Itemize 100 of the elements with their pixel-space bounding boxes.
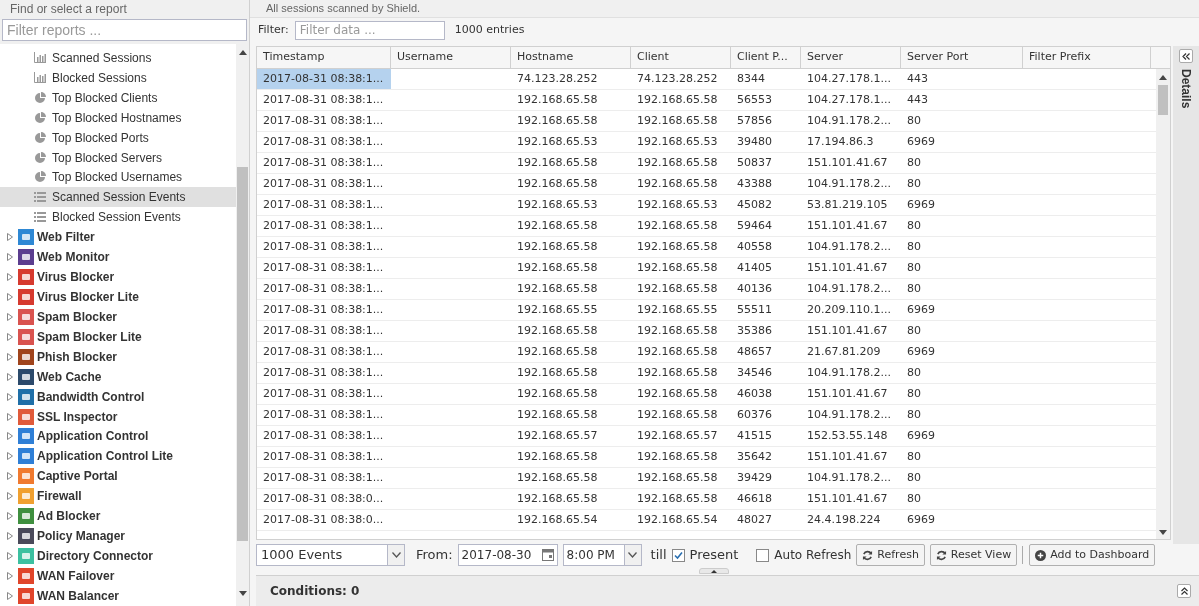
table-cell-text: 443 [906,91,929,108]
table-cell-text: 104.27.178.1... [806,91,892,108]
column-header[interactable]: Timestamp [257,47,391,68]
table-row[interactable]: 2017-08-31 08:38:1... 74.123.28.252 74.123.28.252 8344 104.27.178.1... 443 [257,69,1156,90]
table-row[interactable]: 2017-08-31 08:38:1... 192.168.65.58 192.168.65.58 46038 151.101.41.67 80 [257,384,1156,405]
time-dropdown[interactable]: 8:00 PM [562,544,642,566]
table-cell-text: 192.168.65.58 [636,112,719,129]
table-row[interactable]: 2017-08-31 08:38:1... 192.168.65.58 192.168.65.58 40136 104.91.178.2... 80 [257,279,1156,300]
table-row[interactable]: 2017-08-31 08:38:1... 192.168.65.58 192.168.65.58 48657 21.67.81.209 6969 [257,342,1156,363]
column-header[interactable]: Hostname [511,47,631,68]
table-cell-text: 192.168.65.58 [516,490,599,507]
table-row[interactable]: 2017-08-31 08:38:1... 192.168.65.53 192.168.65.53 39480 17.194.86.3 6969 [257,132,1156,153]
report-item[interactable]: Top Blocked Clients [0,87,236,108]
app-item[interactable]: WAN Balancer [0,585,236,606]
table-cell-text: 192.168.65.58 [516,112,599,129]
filter-field[interactable]: Filter data ... [294,20,445,40]
report-item[interactable]: Top Blocked Hostnames [0,107,236,128]
table-row[interactable]: 2017-08-31 08:38:1... 192.168.65.55 192.168.65.55 55511 20.209.110.1... 6969 [257,300,1156,321]
table-cell-text: 192.168.65.58 [636,217,719,234]
table-cell-text: 152.53.55.148 [806,427,889,444]
refresh-button[interactable]: Refresh [856,544,925,566]
app-item[interactable]: Policy Manager [0,526,236,547]
app-item[interactable]: Phish Blocker [0,346,236,367]
table-cell-text: 192.168.65.58 [636,343,719,360]
app-item[interactable]: WAN Failover [0,565,236,586]
app-item[interactable]: Virus Blocker Lite [0,287,236,307]
table-cell-text: 39480 [736,133,773,150]
app-item[interactable]: Web Cache [0,366,236,387]
table-row[interactable]: 2017-08-31 08:38:1... 192.168.65.58 192.168.65.58 41405 151.101.41.67 80 [257,258,1156,279]
table-cell-text: 192.168.65.58 [636,154,719,171]
column-header[interactable]: Server Port [901,47,1023,68]
column-header[interactable]: Server [801,47,901,68]
report-item[interactable]: Blocked Sessions [0,67,236,88]
search-field[interactable]: Filter reports ... [2,19,247,41]
table-row[interactable]: 2017-08-31 08:38:1... 192.168.65.53 192.168.65.53 45082 53.81.219.105 6969 [257,195,1156,216]
table-row[interactable]: 2017-08-31 08:38:1... 192.168.65.58 192.168.65.58 56553 104.27.178.1... 443 [257,90,1156,111]
table-row[interactable]: 2017-08-31 08:38:1... 192.168.65.58 192.168.65.58 59464 151.101.41.67 80 [257,216,1156,237]
report-item[interactable]: Top Blocked Servers [0,147,236,168]
table-row[interactable]: 2017-08-31 08:38:0... 192.168.65.54 192.168.65.54 48027 24.4.198.224 6969 [257,510,1156,531]
table-cell-text: 80 [906,280,922,297]
app-item[interactable]: Captive Portal [0,466,236,487]
checkbox-label: Present [689,546,739,565]
table-row[interactable]: 2017-08-31 08:38:1... 192.168.65.58 192.168.65.58 39429 104.91.178.2... 80 [257,468,1156,489]
table-cell-text: 443 [906,70,929,87]
report-item[interactable]: Scanned Sessions [0,48,236,68]
details-panel[interactable]: Details [1173,46,1199,544]
table-cell-text: 2017-08-31 08:38:0... [262,511,385,528]
report-item[interactable]: Top Blocked Usernames [0,167,236,188]
report-item[interactable]: Blocked Session Events [0,207,236,228]
table-row[interactable]: 2017-08-31 08:38:1... 192.168.65.58 192.168.65.58 43388 104.91.178.2... 80 [257,174,1156,195]
table-row[interactable]: 2017-08-31 08:38:1... 192.168.65.58 192.168.65.58 35642 151.101.41.67 80 [257,447,1156,468]
table-cell-text: 104.91.178.2... [806,364,892,381]
app-item[interactable]: Virus Blocker [0,267,236,288]
app-item[interactable]: Web Filter [0,227,236,248]
app-item[interactable]: Spam Blocker Lite [0,326,236,347]
table-cell-text: 59464 [736,217,773,234]
column-header[interactable]: Filter Prefix [1023,47,1151,68]
app-item[interactable]: Application Control Lite [0,446,236,467]
table-cell-text: 104.27.178.1... [806,70,892,87]
column-header[interactable]: Username [391,47,511,68]
app-item[interactable]: Bandwidth Control [0,386,236,407]
table-cell-text: 192.168.65.58 [636,385,719,402]
app-item[interactable]: SSL Inspector [0,406,236,427]
app-item[interactable]: Spam Blocker [0,307,236,327]
date-field[interactable]: 2017-08-30 [457,544,558,566]
app-item[interactable]: Ad Blocker [0,506,236,527]
table-cell-text: 57856 [736,112,773,129]
app-item[interactable]: Firewall [0,486,236,507]
reset-button[interactable]: Reset View [929,544,1018,566]
table-cell-text: 192.168.65.58 [636,406,719,423]
table-cell-text: 151.101.41.67 [806,322,889,339]
table-cell-text: 2017-08-31 08:38:1... [262,469,385,486]
table-row[interactable]: 2017-08-31 08:38:1... 192.168.65.58 192.168.65.58 57856 104.91.178.2... 80 [257,111,1156,132]
table-row[interactable]: 2017-08-31 08:38:1... 192.168.65.58 192.168.65.58 40558 104.91.178.2... 80 [257,237,1156,258]
table-cell-text: 74.123.28.252 [636,70,719,87]
app-item[interactable]: Directory Connector [0,546,236,566]
table-row[interactable]: 2017-08-31 08:38:0... 192.168.65.58 192.168.65.58 46618 151.101.41.67 80 [257,489,1156,510]
report-item[interactable]: Scanned Session Events [0,187,236,208]
table-cell-text: 80 [906,217,922,234]
table-cell-text: 192.168.65.58 [516,217,599,234]
table-cell-text: 151.101.41.67 [806,448,889,465]
report-item[interactable]: Top Blocked Ports [0,127,236,148]
table-row[interactable]: 2017-08-31 08:38:1... 192.168.65.57 192.168.65.57 41515 152.53.55.148 6969 [257,426,1156,447]
event-limit-dropdown[interactable]: 1000 Events [256,544,405,566]
table-cell-text: 6969 [906,196,936,213]
table-row[interactable]: 2017-08-31 08:38:1... 192.168.65.58 192.168.65.58 60376 104.91.178.2... 80 [257,405,1156,426]
column-header[interactable]: Client [631,47,731,68]
table-cell-text: 80 [906,364,922,381]
table-row[interactable]: 2017-08-31 08:38:1... 192.168.65.58 192.168.65.58 34546 104.91.178.2... 80 [257,363,1156,384]
app-item[interactable]: Application Control [0,426,236,447]
app-item[interactable]: Web Monitor [0,247,236,268]
table-cell-text: 192.168.65.58 [516,238,599,255]
add-button[interactable]: Add to Dashboard [1029,544,1156,566]
table-cell-text: 192.168.65.58 [636,91,719,108]
report-description: All sessions scanned by Shield. [266,1,421,17]
table-row[interactable]: 2017-08-31 08:38:1... 192.168.65.58 192.168.65.58 35386 151.101.41.67 80 [257,321,1156,342]
table-row[interactable]: 2017-08-31 08:38:1... 192.168.65.58 192.168.65.58 50837 151.101.41.67 80 [257,153,1156,174]
table-cell-text: 80 [906,385,922,402]
column-header[interactable]: Client P... [731,47,801,68]
table-cell-text: 2017-08-31 08:38:1... [262,385,385,402]
